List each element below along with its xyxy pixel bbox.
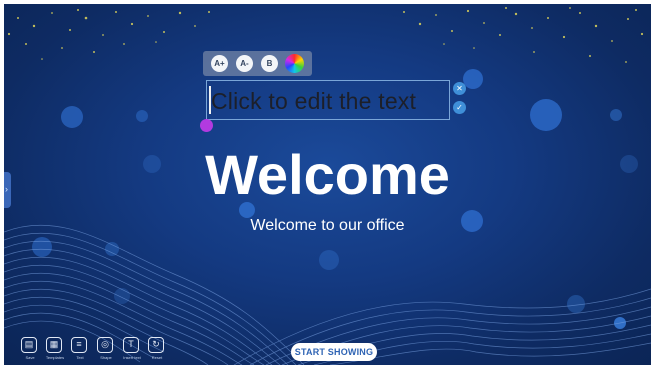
resize-handle[interactable] <box>200 119 213 132</box>
insert-text-tool[interactable]: T Insert text <box>122 337 142 360</box>
color-wheel-icon[interactable] <box>285 54 304 73</box>
shape-icon: ◎ <box>97 337 113 353</box>
text-format-toolbar: A+ A- B <box>203 51 312 76</box>
reset-tool[interactable]: ↻ Reset <box>147 337 167 360</box>
tool-label: Insert text <box>123 355 141 360</box>
sparkle-dots <box>7 7 644 63</box>
reset-icon: ↻ <box>148 337 164 353</box>
slide-editor-canvas[interactable]: › A+ A- B Click to edit the text ✕ ✓ Wel… <box>4 4 651 365</box>
insert-text-icon: T <box>123 337 139 353</box>
templates-tool[interactable]: ▦ Templates <box>45 337 65 360</box>
tool-label: Templates <box>45 355 65 360</box>
tool-label: Reset <box>151 355 163 360</box>
bold-button[interactable]: B <box>261 55 278 72</box>
tool-label: Text <box>76 355 84 360</box>
save-icon: ▤ <box>21 337 37 353</box>
slide-title[interactable]: Welcome <box>4 142 651 207</box>
start-showing-button[interactable]: START SHOWING <box>291 343 377 361</box>
shape-tool[interactable]: ◎ Shape <box>96 337 116 360</box>
editable-text-box[interactable]: Click to edit the text <box>206 80 450 120</box>
delete-icon[interactable]: ✕ <box>453 82 466 95</box>
text-box-placeholder[interactable]: Click to edit the text <box>211 88 416 115</box>
tool-label: Save <box>25 355 35 360</box>
text-tool[interactable]: ≡ Text <box>70 337 90 360</box>
text-box-icon: ≡ <box>71 337 87 353</box>
templates-icon: ▦ <box>46 337 62 353</box>
check-icon[interactable]: ✓ <box>453 101 466 114</box>
slide-subtitle[interactable]: Welcome to our office <box>4 217 651 235</box>
increase-font-button[interactable]: A+ <box>211 55 228 72</box>
save-tool[interactable]: ▤ Save <box>20 337 40 360</box>
tool-label: Shape <box>100 355 112 360</box>
decrease-font-button[interactable]: A- <box>236 55 253 72</box>
